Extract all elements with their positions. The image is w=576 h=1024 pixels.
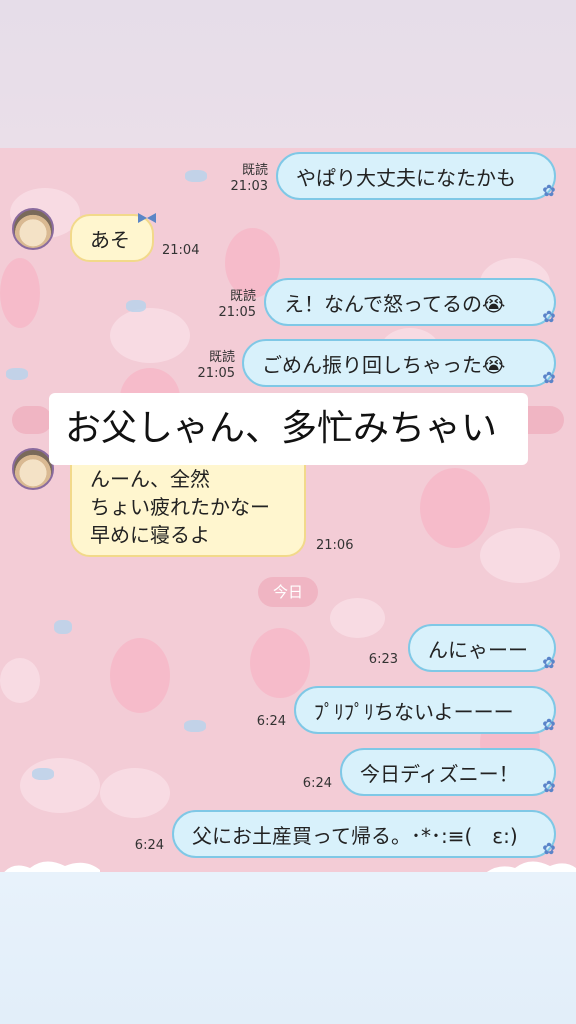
message-time: 6:24 [134,838,164,853]
message-time: 21:04 [162,243,200,258]
message-line: んーん、全然 [90,467,210,491]
video-caption: お父しゃん、多忙みちゃい [49,393,528,465]
bow-doodle [32,768,54,780]
bow-doodle [54,620,72,634]
background-doodle [480,528,560,583]
background-doodle [20,758,100,813]
flower-icon: ✿ [542,181,556,200]
message-time: 6:23 [368,652,398,667]
outgoing-message[interactable]: んにゃーー [408,624,556,672]
background-doodle [0,658,40,703]
message-text: あそ [90,228,130,252]
cat-avatar-icon[interactable] [12,208,54,250]
cat-avatar-icon[interactable] [12,448,54,490]
message-text: やぱり大丈夫になたかも [296,166,516,190]
read-receipt: 既読 21:05 [193,350,235,382]
bow-icon [138,213,156,223]
bow-doodle [6,368,28,380]
date-pill: 今日 [258,577,318,607]
flower-icon: ✿ [542,368,556,387]
outgoing-message[interactable]: 父にお土産買って帰る。･*･:≡( ε:) [172,810,556,858]
message-text: ごめん振り回しちゃった😭 [262,353,506,377]
message-text: 今日ディズニー！ [360,762,519,786]
outgoing-message[interactable]: 今日ディズニー！ [340,748,556,796]
cloud-edge [4,861,576,872]
message-time: 6:24 [302,776,332,791]
message-text: んにゃーー [428,638,528,662]
flower-icon: ✿ [542,839,556,858]
message-time: 21:05 [197,366,235,381]
read-receipt: 既読 21:03 [226,163,268,195]
read-label: 既読 [229,289,256,304]
date-divider [12,406,52,434]
message-line: ちょい疲れたかなー [90,495,270,519]
flower-icon: ✿ [542,715,556,734]
message-text: え！なんで怒ってるの😭 [284,292,506,316]
message-time: 21:05 [218,305,256,320]
outgoing-message[interactable]: え！なんで怒ってるの😭 [264,278,556,326]
bunny-doodle [0,258,40,328]
background-doodle [110,308,190,363]
read-label: 既読 [208,350,235,365]
outgoing-message[interactable]: ごめん振り回しちゃった😭 [242,339,556,387]
message-line: 早めに寝るよ [90,523,210,547]
background-doodle [100,768,170,818]
bow-doodle [126,300,146,312]
bunny-doodle [250,628,310,698]
outgoing-message[interactable]: ﾌﾟﾘﾌﾟﾘちないよーーー [294,686,556,734]
background-doodle [330,598,385,638]
message-time: 21:06 [316,538,354,553]
bunny-doodle [110,638,170,713]
flower-icon: ✿ [542,307,556,326]
flower-icon: ✿ [542,777,556,796]
flower-icon: ✿ [542,653,556,672]
date-divider [528,406,564,434]
outgoing-message[interactable]: やぱり大丈夫になたかも [276,152,556,200]
top-letterbox [0,0,576,148]
read-receipt: 既読 21:05 [214,289,256,321]
message-time: 6:24 [256,714,286,729]
read-label: 既読 [241,163,268,178]
bow-doodle [185,170,207,182]
message-text: ﾌﾟﾘﾌﾟﾘちないよーーー [314,700,514,724]
message-text: 父にお土産買って帰る。･*･:≡( ε:) [192,824,518,848]
message-time: 21:03 [230,179,268,194]
bottom-letterbox [0,872,576,1024]
bow-doodle [184,720,206,732]
bunny-doodle [420,468,490,548]
